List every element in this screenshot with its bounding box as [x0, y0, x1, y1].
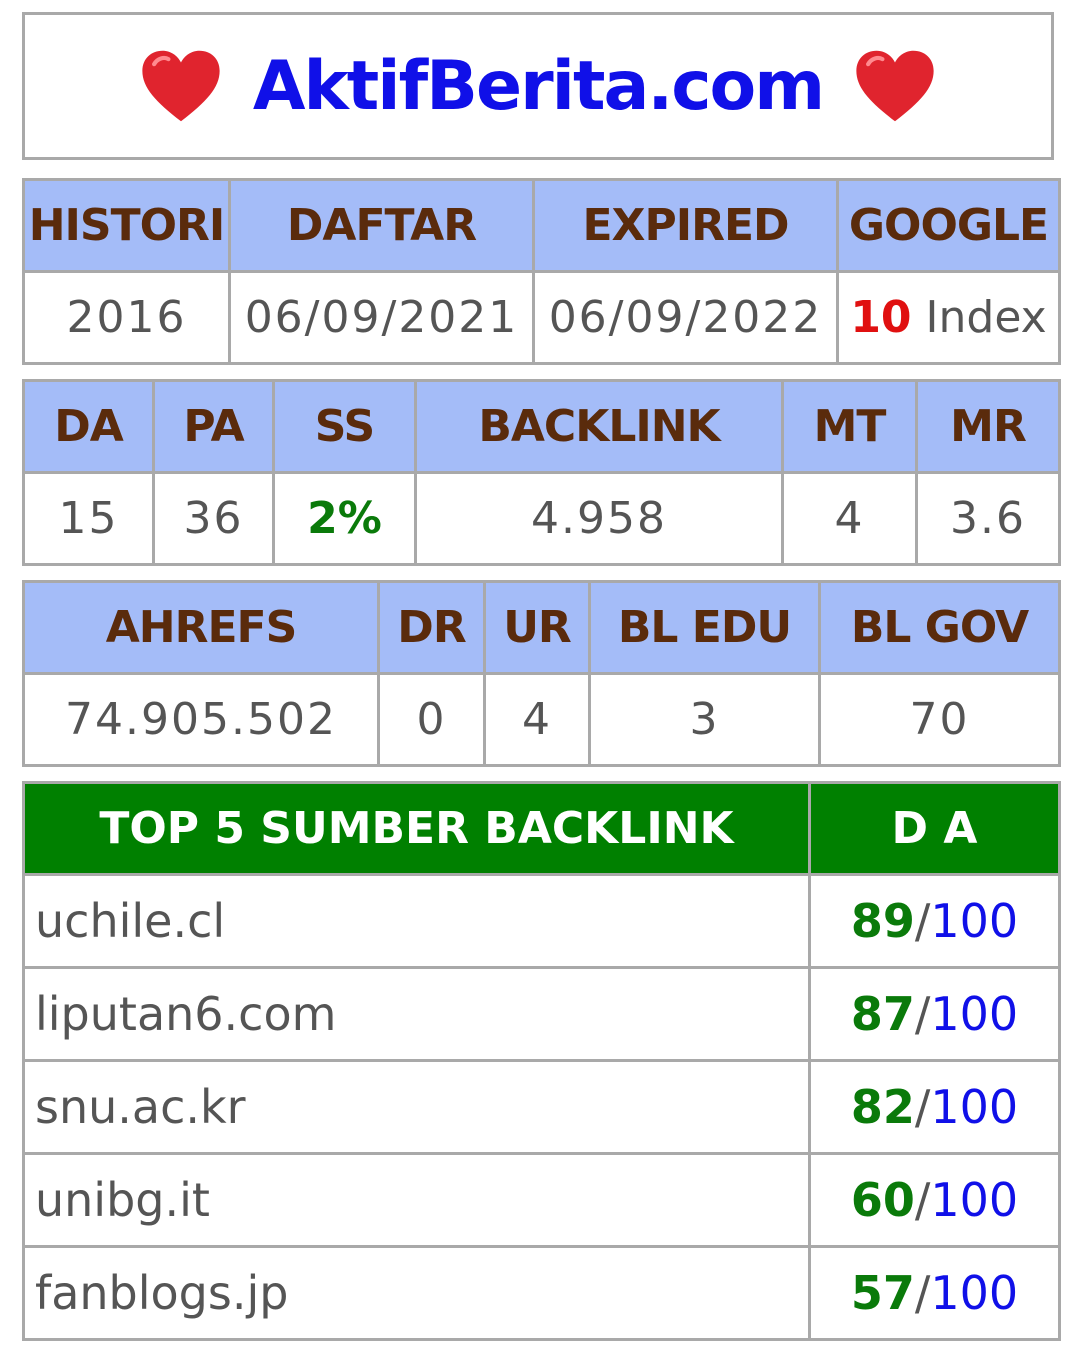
source-da: 82/100	[808, 1059, 1061, 1155]
value-dr: 0	[377, 672, 486, 767]
header-google: GOOGLE	[836, 178, 1061, 273]
value-bl-gov: 70	[818, 672, 1061, 767]
header-ur: UR	[483, 580, 591, 675]
value-ss: 2%	[272, 471, 417, 566]
domain-history-table: HISTORI DAFTAR EXPIRED GOOGLE 2016 06/09…	[22, 178, 1061, 365]
value-expired: 06/09/2022	[532, 270, 839, 365]
da-max: 100	[930, 1173, 1019, 1227]
header-backlink: BACKLINK	[414, 379, 784, 474]
da-max: 100	[930, 894, 1019, 948]
da-separator: /	[914, 1080, 931, 1134]
table-row: liputan6.com 87/100	[22, 966, 1061, 1062]
da-max: 100	[930, 987, 1019, 1041]
value-daftar: 06/09/2021	[228, 270, 535, 365]
da-max: 100	[930, 1266, 1019, 1320]
header-da: DA	[22, 379, 155, 474]
da-score: 89	[850, 894, 915, 948]
da-separator: /	[914, 1173, 931, 1227]
value-google: 10 Index	[836, 270, 1061, 365]
da-score: 57	[850, 1266, 915, 1320]
google-index-label: Index	[925, 292, 1047, 343]
heart-icon	[856, 50, 934, 122]
da-separator: /	[914, 894, 931, 948]
source-da: 57/100	[808, 1245, 1061, 1341]
table-row: snu.ac.kr 82/100	[22, 1059, 1061, 1155]
value-histori: 2016	[22, 270, 231, 365]
header-pa: PA	[152, 379, 275, 474]
header-dr: DR	[377, 580, 486, 675]
value-da: 15	[22, 471, 155, 566]
source-domain: fanblogs.jp	[22, 1245, 811, 1341]
value-pa: 36	[152, 471, 275, 566]
source-domain: uchile.cl	[22, 873, 811, 969]
table-row: uchile.cl 89/100	[22, 873, 1061, 969]
moz-metrics-table: DA PA SS BACKLINK MT MR 15 36 2% 4.958 4…	[22, 379, 1061, 566]
header-mt: MT	[781, 379, 918, 474]
value-ur: 4	[483, 672, 591, 767]
table-row: unibg.it 60/100	[22, 1152, 1061, 1248]
table-row: fanblogs.jp 57/100	[22, 1245, 1061, 1341]
header-daftar: DAFTAR	[228, 178, 535, 273]
da-score: 82	[850, 1080, 915, 1134]
header-da-score: D A	[808, 781, 1061, 876]
value-bl-edu: 3	[588, 672, 821, 767]
value-backlink: 4.958	[414, 471, 784, 566]
header-expired: EXPIRED	[532, 178, 839, 273]
value-ahrefs: 74.905.502	[22, 672, 380, 767]
header-mr: MR	[915, 379, 1061, 474]
source-domain: liputan6.com	[22, 966, 811, 1062]
site-title-banner: AktifBerita.com	[22, 12, 1054, 160]
ahrefs-metrics-table: AHREFS DR UR BL EDU BL GOV 74.905.502 0 …	[22, 580, 1061, 767]
google-index-count: 10	[850, 292, 912, 343]
header-top-sources: TOP 5 SUMBER BACKLINK	[22, 781, 811, 876]
da-score: 87	[850, 987, 915, 1041]
header-bl-edu: BL EDU	[588, 580, 821, 675]
da-separator: /	[914, 987, 931, 1041]
source-domain: snu.ac.kr	[22, 1059, 811, 1155]
da-max: 100	[930, 1080, 1019, 1134]
da-score: 60	[850, 1173, 915, 1227]
source-da: 87/100	[808, 966, 1061, 1062]
header-bl-gov: BL GOV	[818, 580, 1061, 675]
source-da: 89/100	[808, 873, 1061, 969]
heart-icon	[142, 50, 220, 122]
da-separator: /	[914, 1266, 931, 1320]
value-mr: 3.6	[915, 471, 1061, 566]
header-histori: HISTORI	[22, 178, 231, 273]
header-ahrefs: AHREFS	[22, 580, 380, 675]
header-ss: SS	[272, 379, 417, 474]
site-title[interactable]: AktifBerita.com	[253, 47, 825, 126]
value-mt: 4	[781, 471, 918, 566]
source-domain: unibg.it	[22, 1152, 811, 1248]
source-da: 60/100	[808, 1152, 1061, 1248]
top-backlink-sources-table: TOP 5 SUMBER BACKLINK D A uchile.cl 89/1…	[22, 781, 1061, 1341]
